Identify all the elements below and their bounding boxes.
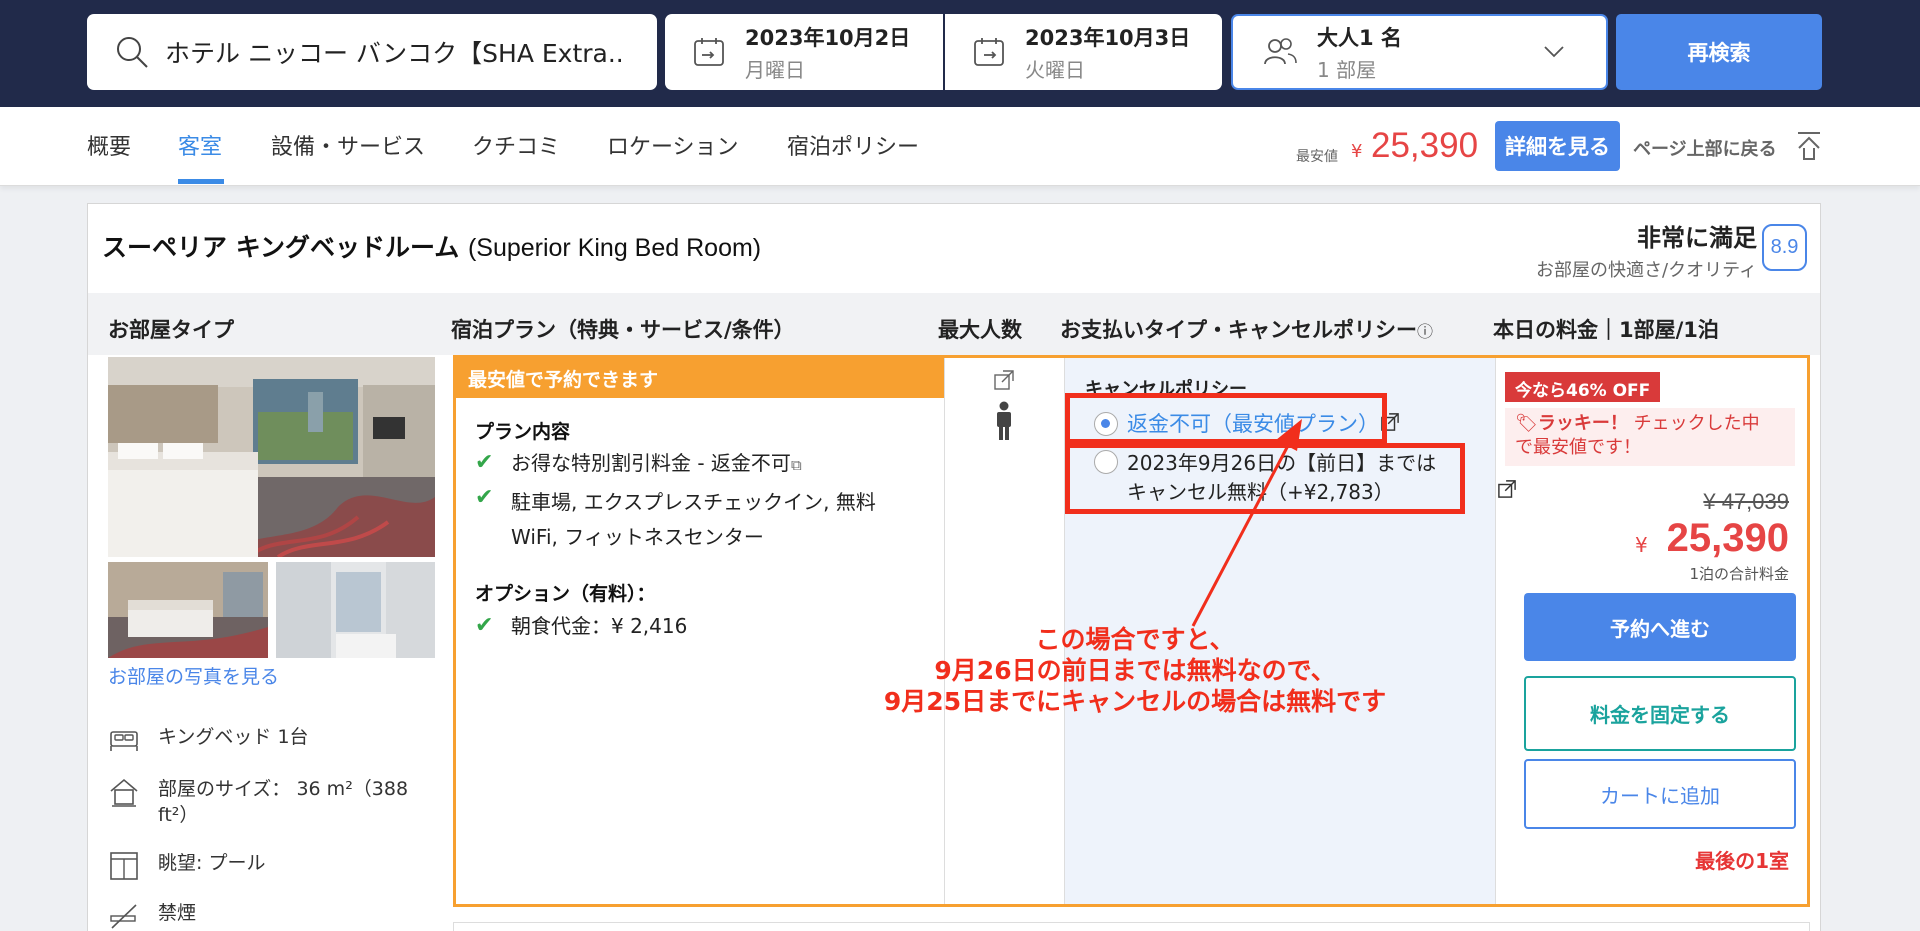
annotation-arrow bbox=[1191, 419, 1302, 627]
annotation-line-2: 9月26日の前日までは無料なので、 bbox=[934, 656, 1336, 685]
annotation-line-1: この場合ですと、 bbox=[1035, 625, 1235, 654]
annotation-text: この場合ですと、 9月26日の前日までは無料なので、 9月25日までにキャンセル… bbox=[785, 624, 1485, 717]
annotation-line-3: 9月25日までにキャンセルの場合は無料です bbox=[883, 687, 1387, 716]
